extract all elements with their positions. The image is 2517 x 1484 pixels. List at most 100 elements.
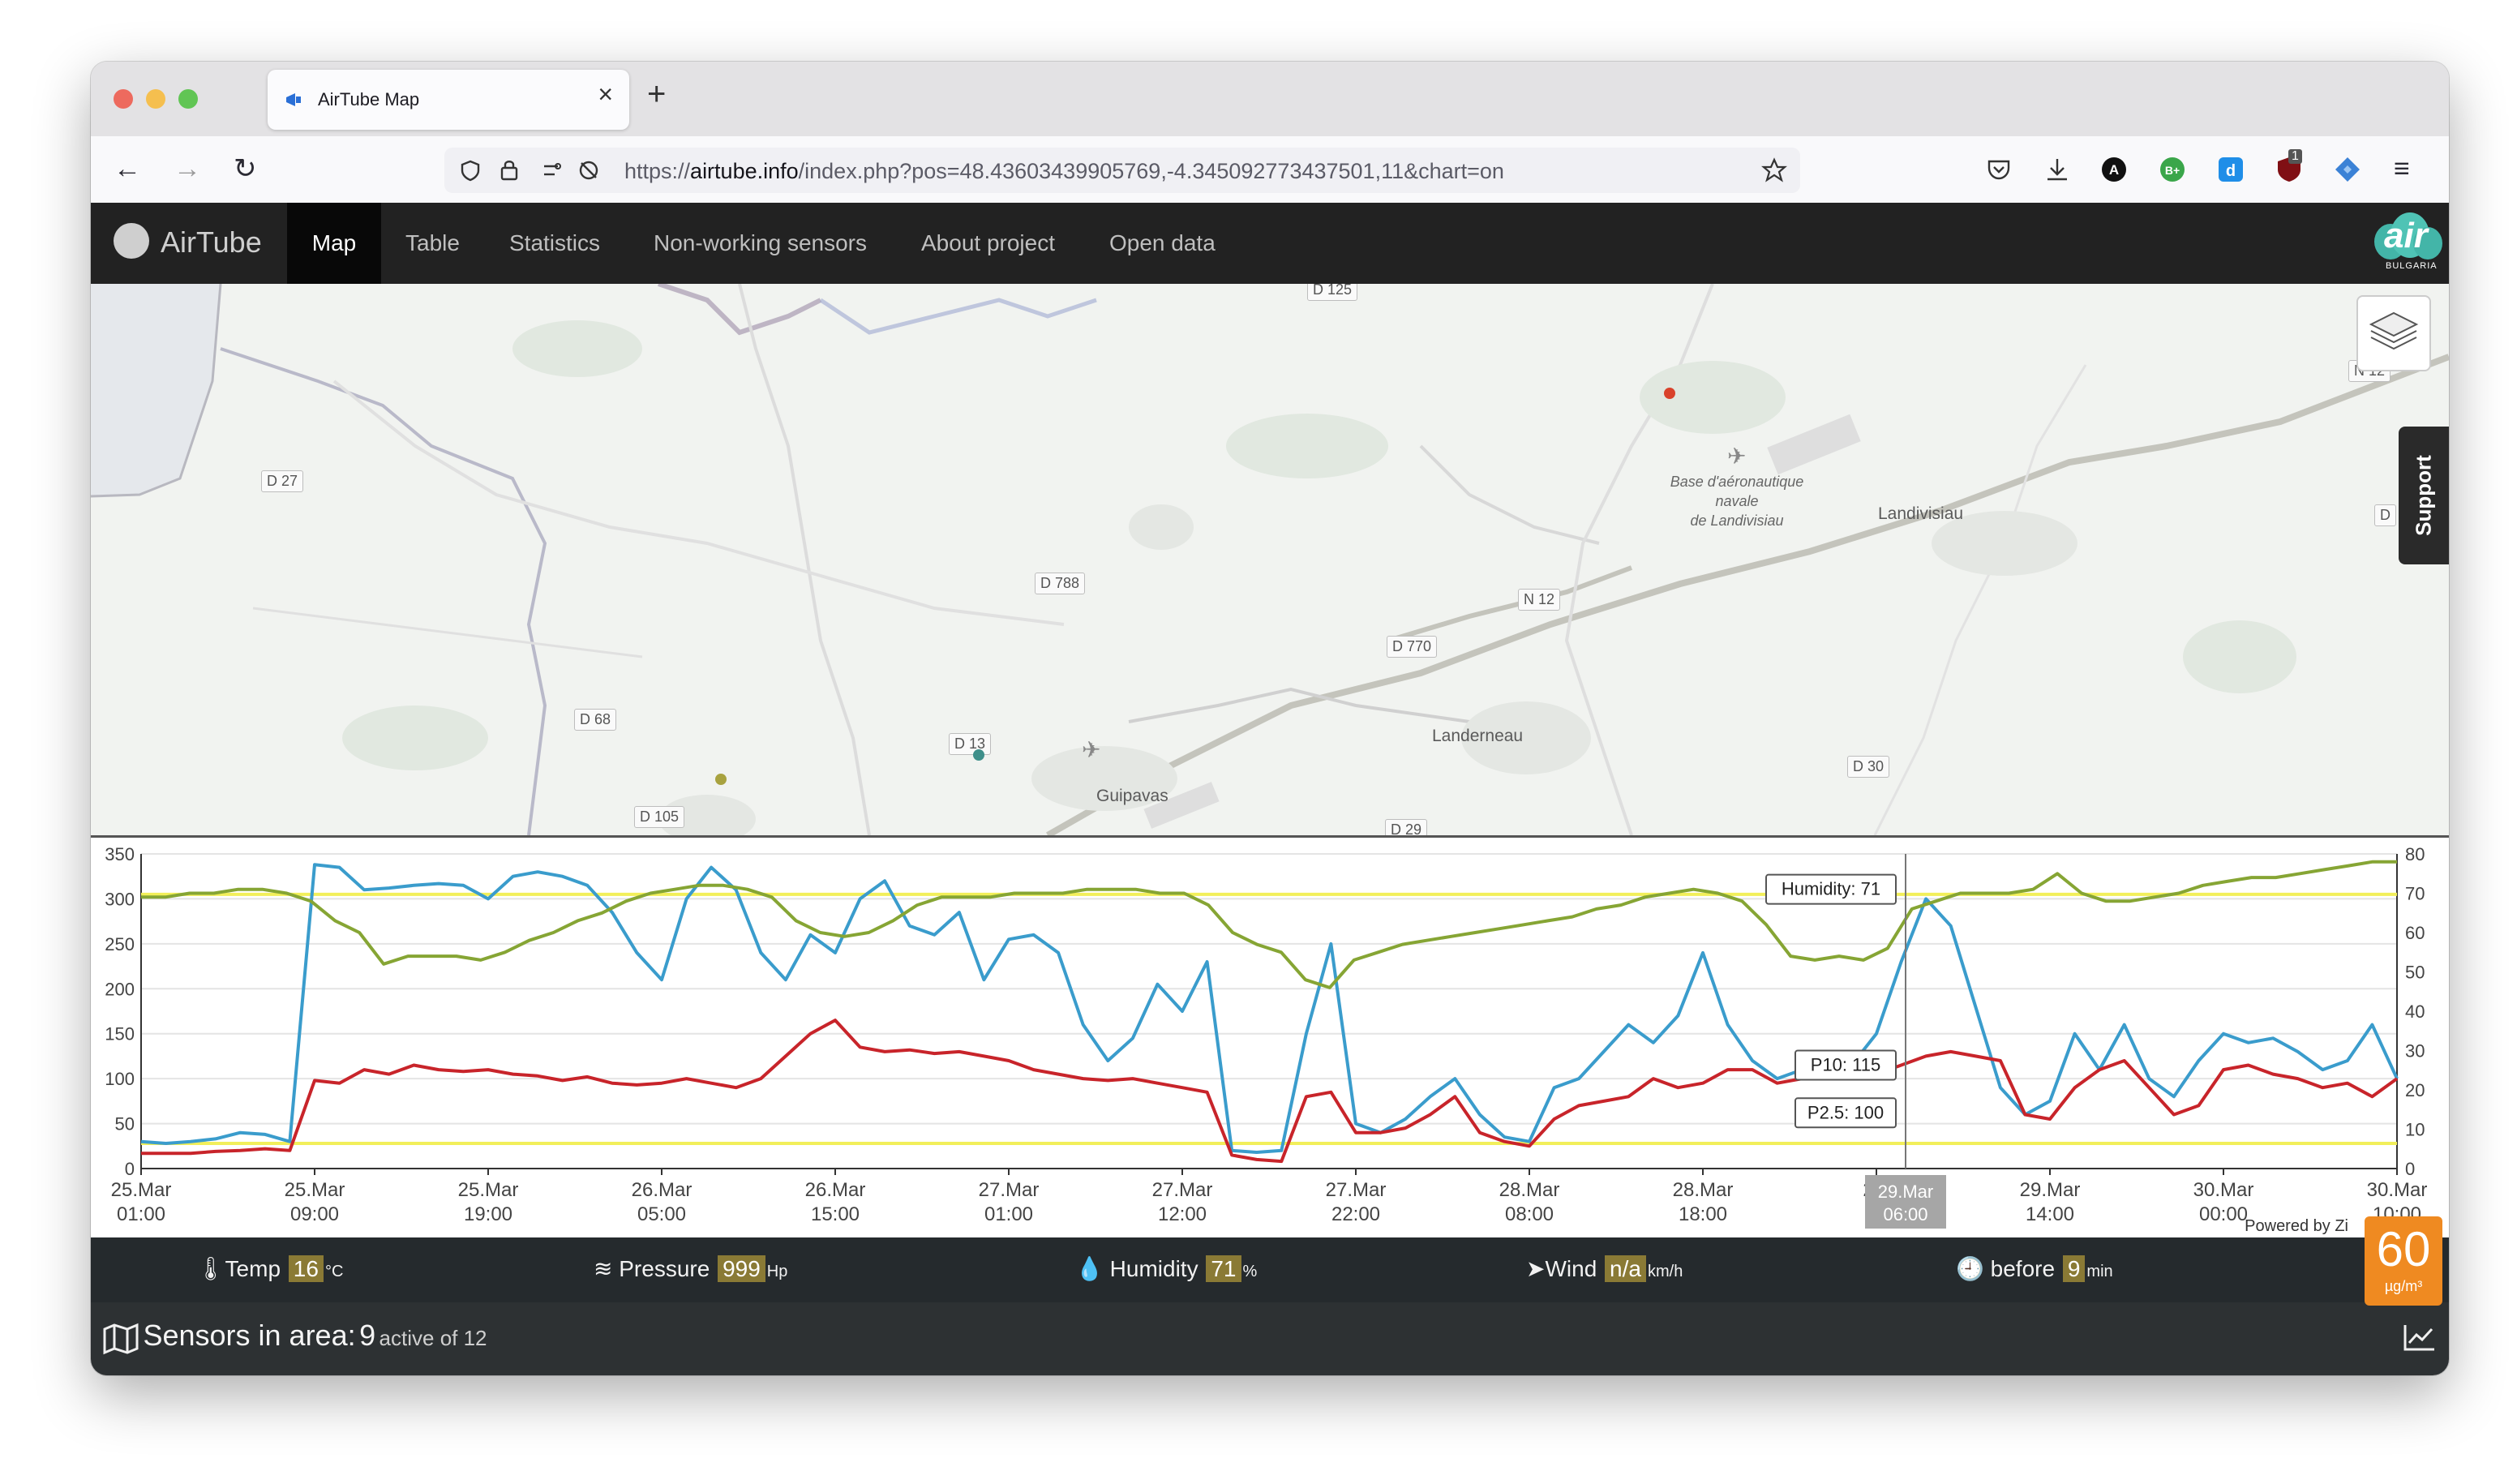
close-window-button[interactable] [114,89,133,109]
extension-a-icon[interactable]: A [2100,156,2128,183]
weather-stats-bar: 🌡Temp 16 °C ≋ Pressure 999 Hp 💧 Humidity 7… [91,1237,2449,1302]
temp-value: 16 [288,1255,324,1282]
ublock-icon[interactable]: 1 [2275,149,2303,183]
nav-map[interactable]: Map [287,203,381,284]
close-tab-icon[interactable]: × [598,79,613,109]
road-label-d125: D 125 [1307,284,1358,301]
new-tab-button[interactable]: + [647,76,666,113]
nav-statistics[interactable]: Statistics [509,203,600,284]
y-left-tick-label: 50 [115,1114,135,1134]
maximize-window-button[interactable] [178,89,198,109]
y-left-tick-label: 0 [125,1159,135,1179]
nav-table[interactable]: Table [405,203,460,284]
road-label-d29: D 29 [1385,819,1428,835]
area-count: 9 [359,1319,376,1352]
nav-open-data[interactable]: Open data [1109,203,1216,284]
x-tick-label: 27.Mar [1326,1179,1387,1201]
brand-link[interactable]: AirTube [114,223,262,262]
y-right-tick-label: 30 [2405,1041,2425,1062]
nav-non-working-sensors[interactable]: Non-working sensors [654,203,867,284]
sensor-chart[interactable]: 0 50 100 150 200 250 300 350 0 10 20 30 40 50 60 70 80 25… [91,835,2449,1240]
y-right-tick-label: 60 [2405,923,2425,943]
map-view[interactable]: D 125 D 27 D 788 N 12 N 12 D 770 D 68 D … [91,284,2449,835]
x-tick-label: 28.Mar [1499,1179,1560,1201]
wind-value: n/a [1605,1255,1646,1282]
extension-diamond-icon[interactable] [2334,156,2361,183]
stat-pressure: ≋ Pressure 999 Hp [594,1255,788,1282]
x-tick-label: 25.Mar [111,1179,172,1201]
y-right-tick-label: 40 [2405,1001,2425,1022]
layers-control-button[interactable] [2356,295,2431,371]
sensor-marker[interactable] [973,749,984,761]
minimize-window-button[interactable] [146,89,165,109]
download-icon[interactable] [2043,156,2071,183]
chart-credit[interactable]: Powered by Zi [2245,1217,2348,1236]
stat-before: 🕘 before 9 min [1956,1255,2113,1282]
x-tick-label: 14:00 [2026,1203,2074,1225]
aqi-value: 60 [2376,1222,2431,1276]
pocket-icon[interactable] [1985,156,2013,183]
wind-arrow-icon: ➤ [1526,1256,1546,1281]
nav-about-project[interactable]: About project [921,203,1055,284]
road-label-d: D [2374,504,2396,526]
support-tab[interactable]: Support [2399,427,2449,564]
url-text: https://airtube.info/index.php?pos=48.43… [624,159,1504,183]
before-value: 9 [2062,1255,2086,1282]
reload-button[interactable]: ↻ [234,154,257,183]
x-tick-label: 01:00 [117,1203,165,1225]
sensors-area-bar: Sensors in area: 9 active of 12 [91,1302,2449,1375]
tooltip-p25: P2.5: 100 [1807,1102,1884,1122]
chart-toggle-icon[interactable] [2402,1322,2438,1354]
chart-svg: 0 50 100 150 200 250 300 350 0 10 20 30 40 50 60 70 80 25… [105,844,2428,1229]
x-tick-label: 30.Mar [2367,1179,2428,1201]
humidity-value: 71 [1206,1255,1241,1282]
air-bulgaria-logo[interactable]: air BULGARIA [2373,209,2444,277]
x-tick-label: 25.Mar [285,1179,345,1201]
logo-text: air [2384,216,2428,255]
address-bar[interactable]: https://airtube.info/index.php?pos=48.43… [444,148,1800,193]
crosshair-date: 29.Mar [1878,1182,1933,1202]
tooltip-humidity: Humidity: 71 [1782,879,1880,899]
x-tick-label: 28.Mar [1673,1179,1734,1201]
y-left-tick-label: 200 [105,979,135,999]
x-tick-label: 18:00 [1679,1203,1727,1225]
hamburger-menu-icon[interactable]: ≡ [2394,154,2410,183]
x-tick-label: 29.Mar [2020,1179,2081,1201]
svg-text:B+: B+ [2165,164,2180,177]
x-tick-label: 09:00 [290,1203,339,1225]
y-left-tick-label: 300 [105,889,135,909]
database-icon: ≋ [594,1256,613,1281]
bookmark-star-icon[interactable] [1761,157,1787,183]
road-label-n12: N 12 [1518,589,1561,611]
stat-wind: ➤Wind n/a km/h [1526,1255,1683,1282]
x-tick-label: 05:00 [637,1203,686,1225]
y-right-tick-label: 50 [2405,963,2425,983]
x-tick-label: 12:00 [1158,1203,1207,1225]
sensor-marker[interactable] [715,774,727,785]
svg-text:A: A [2109,162,2119,178]
lock-icon [500,161,518,181]
y-right-tick-label: 80 [2405,844,2425,864]
road-label-d788: D 788 [1035,573,1086,594]
sensor-marker[interactable] [1664,388,1675,399]
road-label-d30: D 30 [1847,756,1890,778]
x-tick-label: 00:00 [2199,1203,2248,1225]
road-label-d27: D 27 [261,470,304,492]
pressure-value: 999 [718,1255,765,1282]
x-tick-label: 19:00 [464,1203,512,1225]
tracking-protection-icon [579,161,598,180]
extension-blue-icon[interactable]: d [2217,156,2245,183]
aqi-badge[interactable]: 60 µg/m³ [2365,1216,2442,1306]
tab-title: AirTube Map [318,89,420,109]
forward-button[interactable]: → [174,154,201,183]
ublock-badge: 1 [2288,149,2302,164]
series-line-p25 [141,1019,2399,1164]
y-left-tick-label: 150 [105,1024,135,1044]
x-tick-label: 30.Mar [2193,1179,2254,1201]
extension-green-icon[interactable]: B+ [2159,156,2186,183]
megaphone-icon [286,93,301,106]
navigation-bar: ← → ↻ https://airtube.info/index.php?pos… [91,136,2449,203]
back-button[interactable]: ← [114,154,141,183]
tab-airtube[interactable]: AirTube Map × [268,70,629,130]
place-landerneau: Landerneau [1432,727,1524,745]
